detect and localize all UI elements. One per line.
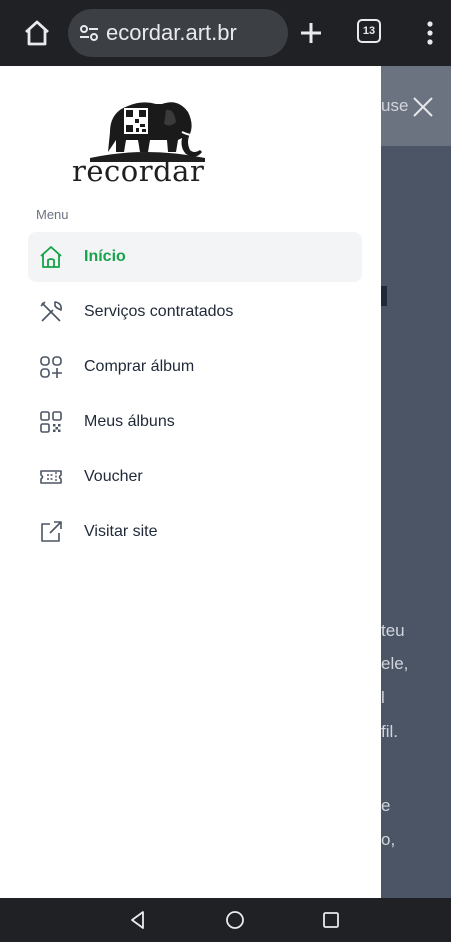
browser-toolbar: ecordar.art.br 13	[0, 0, 451, 66]
add-grid-icon	[40, 356, 62, 378]
background-text-line: e	[381, 796, 391, 815]
menu-heading: Menu	[36, 207, 69, 222]
nav-item-servicos[interactable]: Serviços contratados	[28, 287, 362, 337]
close-icon[interactable]	[410, 94, 436, 120]
home-circle-icon[interactable]	[223, 908, 247, 932]
background-text-line: l	[381, 688, 385, 707]
navigation-drawer: recordar Menu Início Serviços contratado…	[0, 66, 381, 898]
address-bar[interactable]: ecordar.art.br	[68, 9, 288, 57]
qr-code-icon	[40, 411, 62, 433]
nav-menu: Início Serviços contratados Comprar álbu…	[28, 232, 362, 562]
nav-item-label: Visitar site	[84, 523, 158, 540]
system-navigation-bar	[0, 898, 451, 942]
background-text-line: fil.	[381, 722, 398, 741]
back-icon[interactable]	[126, 908, 150, 932]
url-text: ecordar.art.br	[106, 20, 237, 45]
brand-logo-text: recordar	[72, 154, 205, 188]
tools-icon	[40, 301, 62, 322]
nav-item-label: Voucher	[84, 468, 143, 485]
nav-item-inicio[interactable]: Início	[28, 232, 362, 282]
nav-item-label: Serviços contratados	[84, 303, 234, 320]
nav-item-comprar-album[interactable]: Comprar álbum	[28, 342, 362, 392]
tab-switcher-button[interactable]: 13	[357, 19, 381, 43]
more-options-icon[interactable]	[420, 16, 440, 50]
background-text-line: o,	[381, 830, 396, 849]
nav-item-label: Início	[84, 248, 126, 265]
home-icon	[40, 246, 62, 268]
tab-count: 13	[362, 25, 376, 37]
recents-icon[interactable]	[319, 908, 343, 932]
nav-item-meus-albuns[interactable]: Meus álbuns	[28, 397, 362, 447]
site-settings-icon[interactable]	[78, 22, 100, 44]
nav-item-visitar-site[interactable]: Visitar site	[28, 507, 362, 557]
background-text-line: teu	[381, 621, 405, 640]
new-tab-icon[interactable]	[294, 16, 328, 50]
external-link-icon	[41, 521, 62, 542]
background-text-line: ele,	[381, 654, 409, 673]
nav-item-voucher[interactable]: Voucher	[28, 452, 362, 502]
background-mark	[381, 286, 387, 306]
ticket-icon	[40, 470, 62, 484]
home-icon[interactable]	[20, 16, 54, 50]
background-header-text: use	[381, 96, 409, 115]
nav-item-label: Meus álbuns	[84, 413, 175, 430]
nav-item-label: Comprar álbum	[84, 358, 195, 375]
